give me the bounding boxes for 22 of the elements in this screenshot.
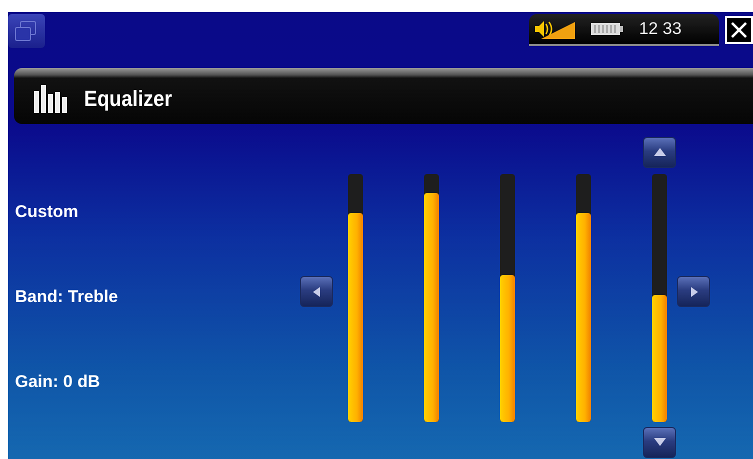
close-icon — [730, 21, 748, 39]
next-band-button[interactable] — [677, 276, 710, 307]
screen-title: Equalizer — [84, 86, 172, 112]
back-button[interactable] — [8, 14, 45, 48]
band-slider-track[interactable] — [500, 174, 515, 422]
band-slider-track[interactable] — [652, 174, 667, 422]
up-arrow-icon — [654, 148, 666, 156]
equalizer-icon — [34, 85, 70, 113]
right-arrow-icon — [690, 286, 698, 296]
info-label: Custom — [15, 202, 80, 222]
battery-icon — [591, 22, 625, 36]
band-slider-track[interactable] — [348, 174, 363, 422]
info-label: Band: Treble — [15, 287, 119, 307]
close-button[interactable] — [725, 16, 753, 44]
left-arrow-icon — [312, 286, 320, 296]
down-arrow-icon — [654, 438, 666, 446]
info-label: Gain: 0 dB — [15, 372, 102, 392]
previous-band-button[interactable] — [300, 276, 333, 307]
clock-time: 12 33 — [639, 19, 682, 39]
gain-up-button[interactable] — [643, 136, 676, 168]
band-slider-track[interactable] — [576, 174, 591, 422]
gain-down-button[interactable] — [643, 426, 676, 458]
